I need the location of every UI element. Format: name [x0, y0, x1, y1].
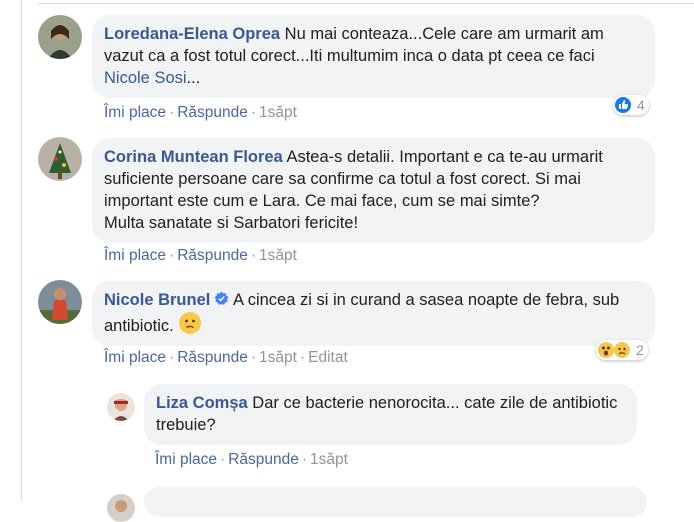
verified-badge-icon: [215, 291, 229, 305]
worried-face-icon: [178, 312, 201, 334]
reply-button[interactable]: Răspunde: [177, 247, 248, 264]
reaction-summary[interactable]: 4: [613, 95, 649, 115]
reply-button[interactable]: Răspunde: [228, 451, 299, 468]
avatar[interactable]: [38, 15, 82, 59]
comment-timestamp[interactable]: 1săpt: [310, 451, 348, 468]
comment-author[interactable]: Nicole Brunel: [104, 291, 210, 309]
avatar[interactable]: [107, 494, 135, 522]
comment-author[interactable]: Loredana-Elena Oprea: [104, 25, 280, 43]
reaction-count: 4: [637, 97, 645, 113]
sad-icon: [614, 342, 630, 358]
reaction-summary[interactable]: 2: [596, 340, 648, 360]
reaction-count: 2: [636, 342, 644, 358]
comment-actions: Îmi place · Răspunde · 1săpt · Editat: [104, 349, 348, 366]
comment-actions: Îmi place · Răspunde · 1săpt: [155, 451, 348, 468]
comment-author[interactable]: Liza Comșa: [156, 394, 248, 412]
avatar[interactable]: [38, 280, 82, 324]
like-button[interactable]: Îmi place: [155, 451, 217, 468]
reply-button[interactable]: Răspunde: [177, 349, 248, 366]
like-button[interactable]: Îmi place: [104, 349, 166, 366]
avatar[interactable]: [38, 137, 82, 181]
like-icon: [615, 97, 631, 113]
like-button[interactable]: Îmi place: [104, 247, 166, 264]
comment-bubble: Corina Muntean Florea Astea-s detalii. I…: [92, 138, 655, 243]
comment-timestamp[interactable]: 1săpt: [259, 104, 297, 121]
wow-icon: [598, 342, 614, 358]
comment-author[interactable]: Corina Muntean Florea: [104, 148, 283, 166]
edited-label[interactable]: Editat: [308, 349, 348, 366]
mentioned-user[interactable]: Nicole Sosi: [104, 69, 187, 87]
comment-bubble: Nicole Brunel A cincea zi si in curand a…: [92, 281, 655, 346]
comment-bubble: Loredana-Elena Oprea Nu mai conteaza...C…: [92, 15, 655, 98]
comment-bubble: [144, 487, 647, 517]
section-divider: [38, 3, 694, 4]
thread-border-line: [21, 0, 22, 501]
comment-text-suffix: ...: [186, 69, 201, 87]
comment-timestamp[interactable]: 1săpt: [259, 349, 297, 366]
comment-actions: Îmi place · Răspunde · 1săpt: [104, 247, 297, 264]
comment-bubble: Liza Comșa Dar ce bacterie nenorocita...…: [144, 384, 637, 445]
avatar[interactable]: [107, 393, 135, 421]
like-button[interactable]: Îmi place: [104, 104, 166, 121]
comment-actions: Îmi place · Răspunde · 1săpt: [104, 104, 297, 121]
reply-button[interactable]: Răspunde: [177, 104, 248, 121]
comment-timestamp[interactable]: 1săpt: [259, 247, 297, 264]
